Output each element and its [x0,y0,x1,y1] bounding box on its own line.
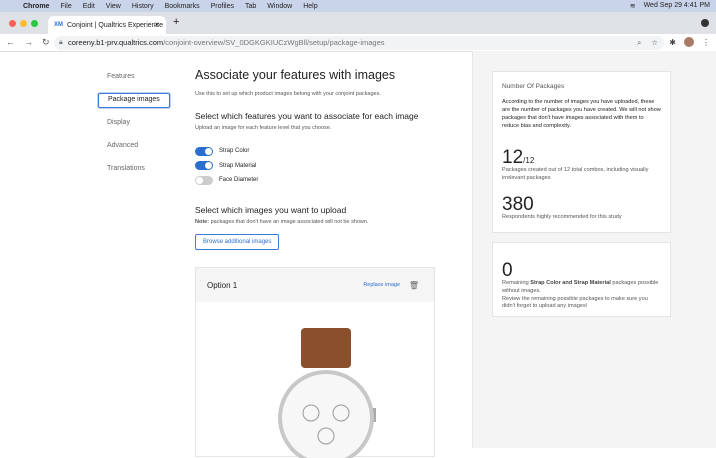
strap-material-toggle[interactable] [195,161,213,171]
menu-help[interactable]: Help [303,3,317,10]
close-tab-icon[interactable]: ✕ [154,21,160,29]
menu-window[interactable]: Window [267,3,292,10]
page-subtitle: Use this to set up which product images … [195,91,381,97]
sidebar-nav: Features Package images Display Advanced… [98,70,170,185]
url-path: /conjoint-overview/SV_0DGKGKIUCzWgBll/se… [163,38,385,47]
replace-image-link[interactable]: Replace image [363,282,400,288]
option-card: Option 1 Replace image 🗑︎ [195,267,435,458]
watch-product-image [278,328,376,458]
avatar[interactable] [684,37,694,47]
clock[interactable]: Wed Sep 29 4:41 PM [644,2,710,10]
menu-edit[interactable]: Edit [83,3,95,10]
sidebar-item-package-images[interactable]: Package images [98,93,170,108]
strap-color-toggle[interactable] [195,146,213,156]
toggle-label: Strap Material [219,162,257,169]
zoom-icon[interactable]: ⌕ [637,36,641,50]
new-tab-button[interactable]: + [173,16,179,28]
face-diameter-toggle[interactable] [195,175,213,185]
back-icon[interactable]: ← [6,37,15,48]
minimize-window-button[interactable] [20,20,27,27]
remaining-text: Remaining [502,280,531,286]
forward-icon[interactable]: → [24,37,33,48]
remaining-card: 0 Remaining Strap Color and Strap Materi… [492,242,671,317]
upload-heading: Select which images you want to upload [195,204,347,215]
remaining-count: 0 [502,260,513,281]
summary-panel: Number Of Packages According to the numb… [472,51,716,448]
features-heading: Select which features you want to associ… [195,111,419,121]
menu-history[interactable]: History [132,3,154,10]
address-bar-row: ← → ↻ 🔒︎ coreeny.b1-prv.qualtrics.com/conjo… [0,34,716,52]
menu-tab[interactable]: Tab [245,3,256,10]
lock-icon: 🔒︎ [59,39,63,46]
mac-menubar: Chrome File Edit View History Bookmarks … [0,0,716,12]
page-title: Associate your features with images [195,68,396,82]
main-content: Associate your features with images Use … [195,68,445,250]
reload-icon[interactable]: ↻ [42,37,50,48]
menu-file[interactable]: File [60,3,71,10]
sidebar-item-translations[interactable]: Translations [98,162,170,185]
respondents-count: 380 [502,194,534,216]
packages-total: /12 [523,156,535,166]
tab-bar: XM Conjoint | Qualtrics Experience ✕ + [0,12,716,34]
packages-card: Number Of Packages According to the numb… [492,71,671,233]
menu-profiles[interactable]: Profiles [211,3,234,10]
qualtrics-favicon: XM [54,22,63,28]
profile-menu-icon[interactable] [701,19,709,27]
option-title: Option 1 [207,280,238,290]
extensions-icon[interactable]: ✱ [669,38,676,47]
toggle-label: Strap Color [219,148,250,155]
remaining-features: Strap Color and Strap Material [530,280,611,286]
menu-view[interactable]: View [106,3,121,10]
menu-app[interactable]: Chrome [23,3,49,10]
toggle-label: Face Diameter [219,177,259,184]
features-subtitle: Upload an image for each feature level t… [195,125,332,131]
browser-tab[interactable]: XM Conjoint | Qualtrics Experience ✕ [48,16,166,34]
note-label: Note: [195,218,210,225]
packages-caption: Packages created out of 12 total combos,… [502,167,649,182]
zoom-window-button[interactable] [31,20,38,27]
sidebar-item-features[interactable]: Features [98,70,170,93]
tab-title: Conjoint | Qualtrics Experience [67,21,163,29]
bookmark-star-icon[interactable]: ☆ [651,36,658,50]
remaining-note: Review the remaining possible packages t… [502,295,648,310]
packages-count: 12 [502,147,524,169]
more-icon[interactable]: ⋮ [702,38,710,47]
url-input[interactable]: 🔒︎ coreeny.b1-prv.qualtrics.com/conjoint-… [54,36,664,50]
respondents-caption: Respondents highly recommended for this … [502,214,622,221]
sidebar-item-advanced[interactable]: Advanced [98,139,170,162]
packages-description: According to the number of images you ha… [502,99,661,129]
browse-images-button[interactable]: Browse additional images [195,233,280,250]
trash-icon[interactable]: 🗑︎ [409,281,419,290]
menu-bookmarks[interactable]: Bookmarks [165,3,200,10]
packages-card-title: Number Of Packages [502,83,565,90]
sidebar-item-display[interactable]: Display [98,116,170,139]
wifi-icon[interactable]: ≋ [630,2,636,10]
close-window-button[interactable] [9,20,16,27]
url-host: coreeny.b1-prv.qualtrics.com [68,38,164,47]
note-text: packages that don't have an image associ… [209,218,369,225]
